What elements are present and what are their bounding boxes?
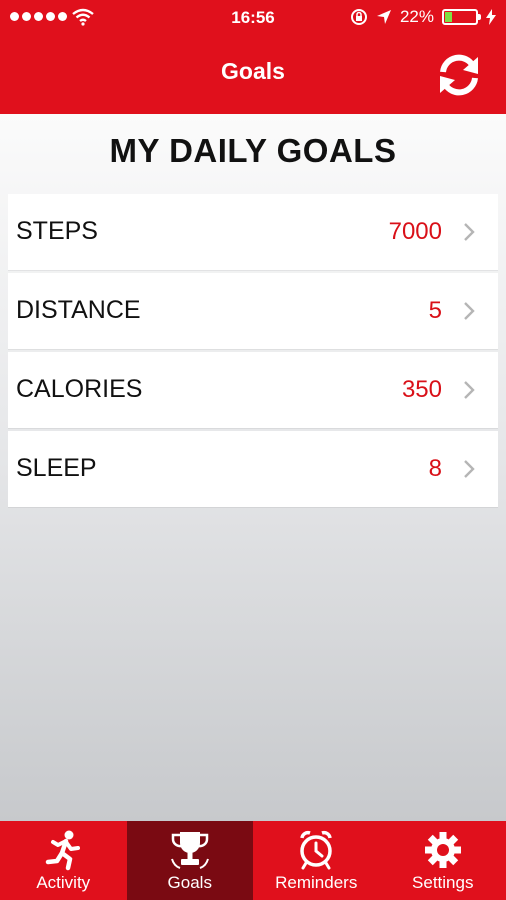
- tab-label: Reminders: [275, 873, 358, 892]
- goals-content: MY DAILY GOALS STEPS 7000 DISTANCE 5 CAL…: [0, 114, 506, 821]
- refresh-icon[interactable]: [434, 50, 484, 100]
- goal-label: SLEEP: [16, 454, 97, 482]
- goal-list: STEPS 7000 DISTANCE 5 CALORIES 350 SLEEP…: [8, 194, 498, 510]
- chevron-right-icon: [464, 302, 475, 320]
- goal-label: STEPS: [16, 217, 98, 245]
- goal-row-sleep[interactable]: SLEEP 8: [8, 431, 498, 507]
- tab-reminders[interactable]: Reminders: [253, 821, 380, 900]
- tab-label: Activity: [36, 873, 91, 892]
- goal-row-calories[interactable]: CALORIES 350: [8, 352, 498, 428]
- status-bar: 16:56 22%: [0, 0, 506, 36]
- battery-percent: 22%: [399, 7, 434, 26]
- goal-value: 7000: [388, 218, 442, 245]
- runner-icon: [46, 830, 81, 871]
- battery-icon: [442, 9, 481, 25]
- goal-label: DISTANCE: [16, 296, 141, 324]
- goal-value: 8: [428, 455, 442, 482]
- tab-bar: Activity Goals Reminders Settings: [0, 821, 506, 900]
- tab-goals[interactable]: Goals: [126, 821, 253, 900]
- chevron-right-icon: [464, 381, 475, 399]
- gear-icon: [424, 832, 461, 868]
- charging-bolt-icon: [486, 9, 496, 25]
- navigation-bar: Goals: [0, 36, 506, 114]
- section-title: MY DAILY GOALS: [109, 132, 397, 169]
- goal-label: CALORIES: [16, 375, 143, 403]
- tab-activity[interactable]: Activity: [0, 821, 127, 900]
- tab-label: Goals: [167, 873, 212, 892]
- alarm-clock-icon: [300, 830, 332, 870]
- tab-settings[interactable]: Settings: [380, 821, 506, 900]
- goal-row-steps[interactable]: STEPS 7000: [8, 194, 498, 270]
- chevron-right-icon: [464, 460, 475, 478]
- chevron-right-icon: [464, 223, 475, 241]
- orientation-lock-icon: [350, 9, 367, 25]
- tab-label: Settings: [412, 873, 474, 892]
- goal-row-distance[interactable]: DISTANCE 5: [8, 273, 498, 349]
- goal-value: 350: [401, 376, 442, 403]
- page-title: Goals: [221, 58, 285, 84]
- goal-value: 5: [428, 297, 442, 324]
- location-icon: [376, 10, 391, 24]
- trophy-icon: [170, 832, 209, 869]
